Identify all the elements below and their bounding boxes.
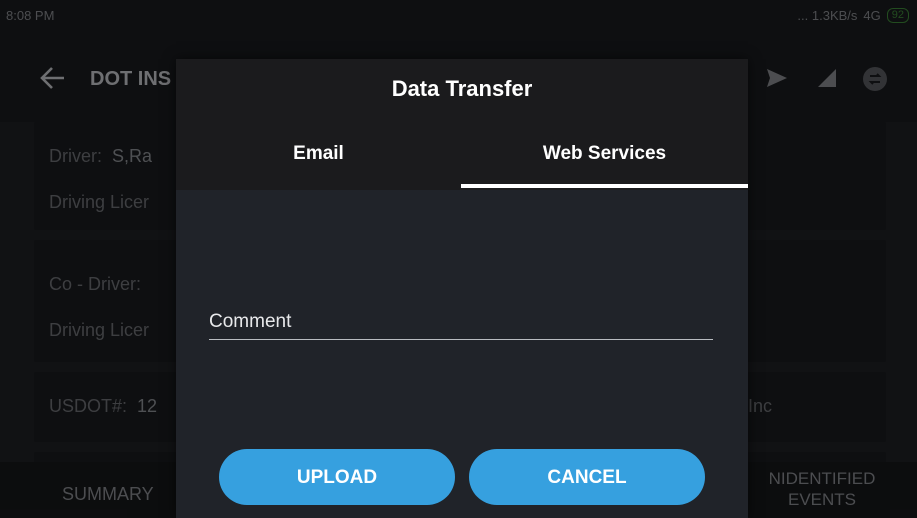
upload-button[interactable]: UPLOAD <box>219 449 455 505</box>
dialog-title: Data Transfer <box>391 76 533 101</box>
selected-tab-indicator <box>461 184 748 188</box>
dialog-header: Data Transfer Email Web Services <box>176 59 748 190</box>
comment-input[interactable]: Comment <box>209 311 291 333</box>
cancel-button[interactable]: CANCEL <box>469 449 705 505</box>
tab-email[interactable]: Email <box>176 143 461 165</box>
tab-web-services[interactable]: Web Services <box>461 143 748 165</box>
data-transfer-dialog: Data Transfer Email Web Services Comment… <box>176 59 748 518</box>
comment-underline <box>209 339 713 340</box>
